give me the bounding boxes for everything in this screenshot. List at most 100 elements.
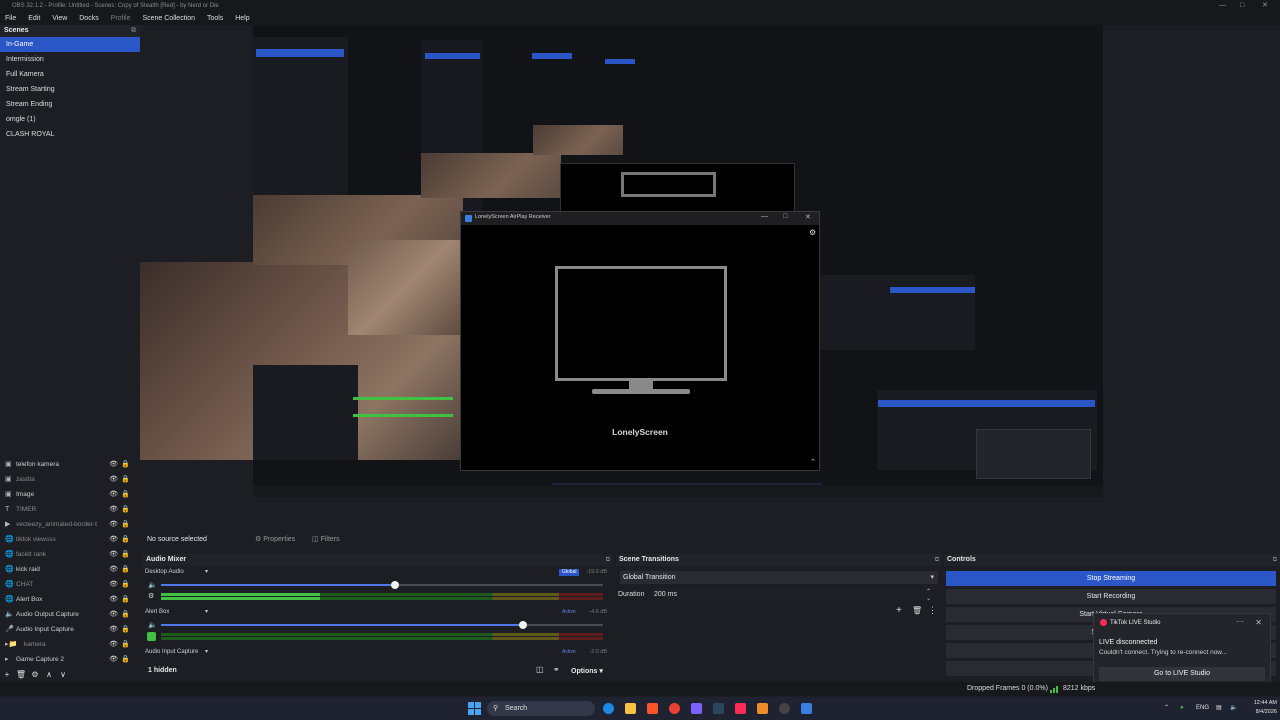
menu-profile[interactable]: Profile <box>106 12 136 25</box>
undock-icon[interactable]: ⧉ <box>935 554 939 566</box>
discord-icon[interactable] <box>691 703 702 714</box>
lonelyscreen-taskbar-icon[interactable] <box>801 703 812 714</box>
eye-icon[interactable]: 👁 <box>109 637 118 652</box>
scene-item-intermission[interactable]: Intermission <box>0 52 140 67</box>
monitor-icon[interactable] <box>147 632 156 641</box>
lock-icon[interactable]: 🔒 <box>121 532 130 547</box>
move-down-icon[interactable]: ∨ <box>56 668 70 682</box>
scene-item-stream-ending[interactable]: Stream Ending <box>0 97 140 112</box>
spin-up-icon[interactable]: ⌃ <box>926 588 931 595</box>
lock-icon[interactable]: 🔒 <box>121 577 130 592</box>
lock-icon[interactable]: 🔒 <box>121 502 130 517</box>
gear-icon[interactable]: ⚙ <box>28 668 42 682</box>
volume-slider[interactable] <box>161 581 603 589</box>
eye-icon[interactable]: 👁 <box>109 457 118 472</box>
source-row[interactable]: 🌐 kick raid 👁 🔒 <box>0 562 140 577</box>
stop-streaming-button[interactable]: Stop Streaming <box>946 571 1276 586</box>
app-icon[interactable] <box>757 703 768 714</box>
lonelyscreen-minimize-icon[interactable]: — <box>761 213 768 220</box>
eye-icon[interactable]: 👁 <box>109 487 118 502</box>
lock-icon[interactable]: 🔒 <box>121 652 130 667</box>
lonelyscreen-window[interactable]: LonelyScreen AirPlay Receiver — □ ✕ ⚙ Lo… <box>460 211 820 471</box>
eye-icon[interactable]: 👁 <box>109 502 118 517</box>
properties-button[interactable]: ⚙ Properties <box>255 534 295 546</box>
source-row[interactable]: ▸ Game Capture 2 👁 🔒 <box>0 652 140 667</box>
link-icon[interactable]: ⚭ <box>553 665 560 674</box>
source-row[interactable]: ▣ zastita 👁 🔒 <box>0 472 140 487</box>
eye-icon[interactable]: 👁 <box>109 622 118 637</box>
undock-icon[interactable]: ⧉ <box>1273 554 1277 566</box>
duration-spinbox[interactable]: 200 ms <box>652 589 930 601</box>
source-row[interactable]: ▸📁 kamera 👁 🔒 <box>0 637 140 652</box>
add-icon[interactable]: + <box>896 605 902 616</box>
taskbar-search[interactable]: ⚲ Search <box>487 701 595 716</box>
edge-icon[interactable] <box>603 703 614 714</box>
source-row[interactable]: T TIMER 👁 🔒 <box>0 502 140 517</box>
source-row[interactable]: 🌐 CHAT 👁 🔒 <box>0 577 140 592</box>
close-icon[interactable]: ✕ <box>1262 0 1268 12</box>
volume-slider[interactable] <box>161 621 603 629</box>
spin-down-icon[interactable]: ⌄ <box>926 595 931 602</box>
eye-icon[interactable]: 👁 <box>109 562 118 577</box>
lock-icon[interactable]: 🔒 <box>121 517 130 532</box>
menu-help[interactable]: Help <box>230 12 254 25</box>
lonelyscreen-maximize-icon[interactable]: □ <box>783 213 787 220</box>
clock-date[interactable]: 8/4/2026 <box>1243 709 1277 715</box>
source-row[interactable]: 🔈 Audio Output Capture 👁 🔒 <box>0 607 140 622</box>
lock-icon[interactable]: 🔒 <box>121 472 130 487</box>
lock-icon[interactable]: 🔒 <box>121 487 130 502</box>
source-row[interactable]: 🌐 facelt rank 👁 🔒 <box>0 547 140 562</box>
menu-edit[interactable]: Edit <box>23 12 45 25</box>
lock-icon[interactable]: 🔒 <box>121 592 130 607</box>
eye-icon[interactable]: 👁 <box>109 577 118 592</box>
chevron-down-icon[interactable]: ▾ <box>205 568 208 575</box>
chevron-up-icon[interactable]: ⌃ <box>810 458 816 466</box>
volume-icon[interactable]: 🔈 <box>1230 697 1237 720</box>
language-indicator[interactable]: ENG <box>1196 697 1209 720</box>
volume-slider-knob[interactable] <box>391 581 400 589</box>
source-row[interactable]: ▣ telefon kamera 👁 🔒 <box>0 457 140 472</box>
scene-item-clash-royal[interactable]: CLASH ROYAL <box>0 127 140 142</box>
go-to-live-studio-button[interactable]: Go to LIVE Studio <box>1099 667 1265 681</box>
scene-item-full-kamera[interactable]: Full Kamera <box>0 67 140 82</box>
lock-icon[interactable]: 🔒 <box>121 562 130 577</box>
chevron-down-icon[interactable]: ▾ <box>205 648 208 655</box>
tray-chevron-icon[interactable]: ⌃ <box>1164 697 1169 720</box>
minimize-icon[interactable]: — <box>1219 0 1226 12</box>
obs-icon[interactable] <box>779 703 790 714</box>
brave-icon[interactable] <box>647 703 658 714</box>
filters-button[interactable]: ◫ Filters <box>312 534 340 546</box>
volume-icon[interactable]: 🔈 <box>148 581 157 589</box>
menu-view[interactable]: View <box>47 12 72 25</box>
source-row[interactable]: 🎤 Audio Input Capture 👁 🔒 <box>0 622 140 637</box>
undock-icon[interactable]: ⧉ <box>606 554 610 566</box>
trash-icon[interactable]: 🗑 <box>14 668 28 682</box>
lock-icon[interactable]: 🔒 <box>121 457 130 472</box>
lock-icon[interactable]: 🔒 <box>121 637 130 652</box>
lock-icon[interactable]: 🔒 <box>121 607 130 622</box>
clock-time[interactable]: 12:44 AM <box>1243 700 1277 706</box>
eye-icon[interactable]: 👁 <box>109 547 118 562</box>
eye-icon[interactable]: 👁 <box>109 652 118 667</box>
menu-scene-collection[interactable]: Scene Collection <box>137 12 200 25</box>
transition-select[interactable]: Global Transition ▾ <box>620 571 938 584</box>
chevron-down-icon[interactable]: ▾ <box>205 608 208 615</box>
eye-icon[interactable]: 👁 <box>109 472 118 487</box>
lonelyscreen-settings-icon[interactable]: ⚙ <box>809 228 816 237</box>
eye-icon[interactable]: 👁 <box>109 607 118 622</box>
source-row[interactable]: ▣ Image 👁 🔒 <box>0 487 140 502</box>
volume-slider-knob[interactable] <box>519 621 528 629</box>
source-row[interactable]: 🌐 tiktok viewsss 👁 🔒 <box>0 532 140 547</box>
layout-icon[interactable]: ◫ <box>536 665 544 674</box>
scene-item-stream-starting[interactable]: Stream Starting <box>0 82 140 97</box>
close-icon[interactable]: ✕ <box>1255 618 1262 627</box>
maximize-icon[interactable]: □ <box>1240 0 1244 12</box>
options-button[interactable]: Options ▾ <box>571 667 603 675</box>
start-recording-button[interactable]: Start Recording <box>946 589 1276 604</box>
more-icon[interactable]: ⋮ <box>928 605 937 616</box>
file-explorer-icon[interactable] <box>625 703 636 714</box>
scene-item-in-game[interactable]: In-Game <box>0 37 140 52</box>
eye-icon[interactable]: 👁 <box>109 592 118 607</box>
tiktok-notification[interactable]: TikTok LIVE Studio ⋯ ✕ LIVE disconnected… <box>1093 613 1271 685</box>
lock-icon[interactable]: 🔒 <box>121 547 130 562</box>
